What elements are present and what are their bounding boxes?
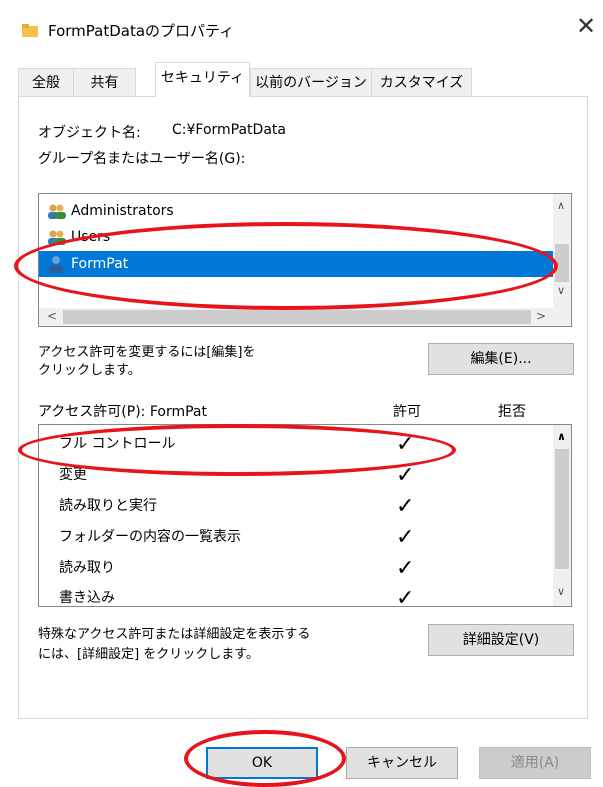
cancel-button[interactable]: キャンセル [346,747,458,779]
allow-check-icon: ✓ [396,432,415,457]
window-title: FormPatDataのプロパティ [48,22,235,40]
groups-listbox[interactable]: Administrators Users FormPat ∧ ∨ < > [38,193,572,327]
tab-previous-versions[interactable]: 以前のバージョン [250,68,372,96]
allow-header: 許可 [393,404,421,420]
permission-label: 読み取りと実行 [59,498,157,514]
edit-button[interactable]: 編集(E)... [428,343,574,375]
tab-general[interactable]: 全般 [18,68,74,96]
object-name-value: C:¥FormPatData [172,122,286,138]
scroll-left-icon[interactable]: < [47,309,57,323]
scroll-down-icon[interactable]: ∨ [557,284,565,297]
scroll-corner [553,308,571,326]
user-icon [49,256,63,273]
groups-vertical-scrollbar[interactable]: ∧ ∨ [553,194,571,308]
folder-icon [22,24,38,37]
group-users-icon [48,204,66,219]
edit-hint: アクセス許可を変更するには[編集]を クリックします。 [38,345,256,378]
permission-row-write: 書き込み ✓ [39,583,553,607]
allow-check-icon: ✓ [396,525,415,550]
groups-label: グループ名またはユーザー名(G): [38,151,246,167]
permissions-header: アクセス許可(P): FormPat [38,404,207,420]
scroll-thumb[interactable] [555,244,569,282]
list-item-administrators[interactable]: Administrators [39,198,553,224]
tab-sharing[interactable]: 共有 [73,68,136,96]
advanced-hint: 特殊なアクセス許可または詳細設定を表示する には、[詳細設定] をクリックします… [38,627,311,662]
list-item-label: Users [71,229,111,245]
close-icon[interactable]: ✕ [576,14,596,38]
list-item-label: Administrators [71,203,174,219]
tab-security[interactable]: セキュリティ [155,62,250,97]
allow-check-icon: ✓ [396,586,415,607]
permission-row-modify: 変更 ✓ [39,460,553,491]
permissions-vertical-scrollbar[interactable]: ∧ ∨ [553,425,571,606]
list-item-label: FormPat [71,256,129,272]
tab-customize[interactable]: カスタマイズ [371,68,472,96]
scroll-thumb[interactable] [555,449,569,569]
permissions-list[interactable]: フル コントロール ✓ 変更 ✓ 読み取りと実行 ✓ フォルダーの内容の一覧表示… [38,424,572,607]
deny-header: 拒否 [498,404,526,420]
apply-button[interactable]: 適用(A) [479,747,591,779]
scroll-up-icon[interactable]: ∧ [557,430,566,443]
scroll-right-icon[interactable]: > [536,309,546,323]
allow-check-icon: ✓ [396,494,415,519]
list-item-users[interactable]: Users [39,224,553,250]
scroll-down-icon[interactable]: ∨ [557,585,565,598]
permission-label: 変更 [59,467,87,483]
permission-row-read-execute: 読み取りと実行 ✓ [39,491,553,522]
list-item-formpat[interactable]: FormPat [39,251,553,277]
title-bar: FormPatDataのプロパティ ✕ [0,0,603,56]
scroll-thumb[interactable] [63,310,531,324]
permission-row-full-control: フル コントロール ✓ [39,429,553,460]
scroll-up-icon[interactable]: ∧ [557,199,565,212]
permission-label: 読み取り [59,560,115,576]
permission-label: フル コントロール [59,436,176,452]
group-users-icon [48,230,66,245]
permission-label: 書き込み [59,590,115,606]
permission-label: フォルダーの内容の一覧表示 [59,529,241,545]
permission-row-list-folder: フォルダーの内容の一覧表示 ✓ [39,522,553,553]
ok-button[interactable]: OK [206,747,318,779]
allow-check-icon: ✓ [396,463,415,488]
object-name-label: オブジェクト名: [38,125,141,141]
advanced-button[interactable]: 詳細設定(V) [428,624,574,656]
permission-row-read: 読み取り ✓ [39,553,553,584]
groups-horizontal-scrollbar[interactable]: < > [39,308,553,326]
allow-check-icon: ✓ [396,556,415,581]
